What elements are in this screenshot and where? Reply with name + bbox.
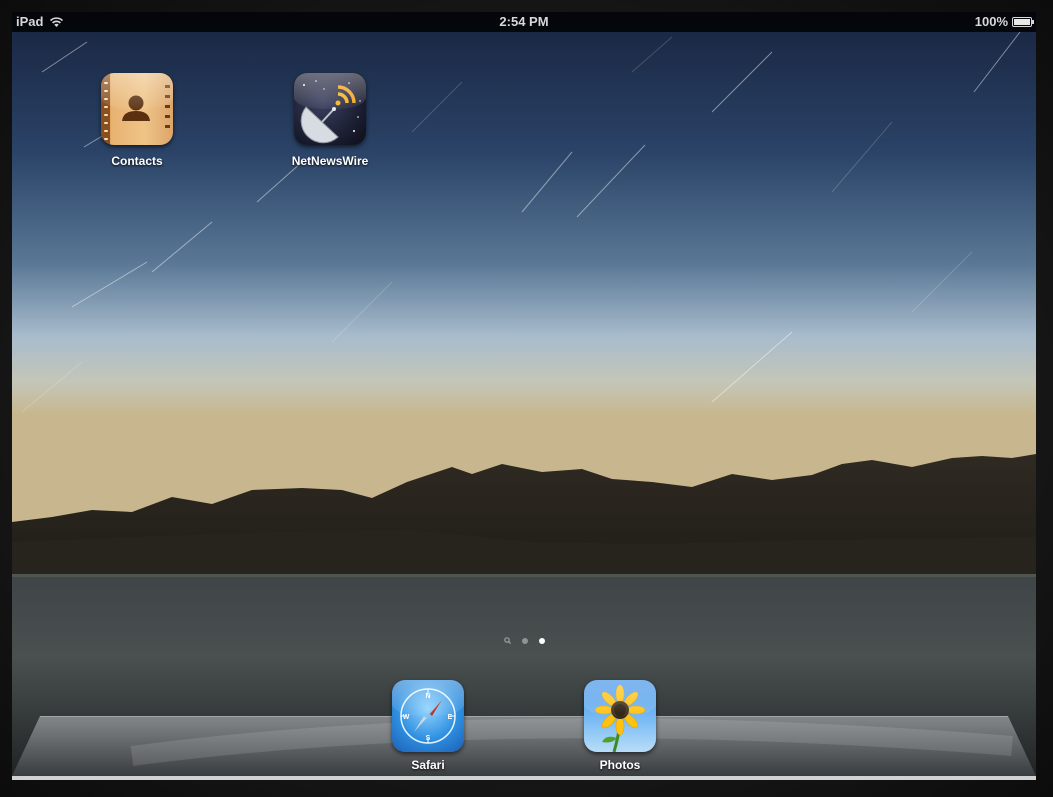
- photos-icon[interactable]: [584, 680, 656, 752]
- app-contacts[interactable]: Contacts: [77, 73, 197, 168]
- clock: 2:54 PM: [499, 14, 549, 29]
- battery-icon: [1012, 17, 1034, 27]
- svg-text:N: N: [425, 693, 430, 700]
- dock-app-photos[interactable]: Photos: [560, 680, 680, 772]
- app-label: Photos: [599, 758, 641, 772]
- page-dot-1[interactable]: [521, 637, 528, 644]
- app-label: Contacts: [111, 154, 163, 168]
- page-indicator[interactable]: [12, 637, 1036, 644]
- dock-shelf: [12, 716, 1036, 780]
- dock-app-safari[interactable]: N S E W Safari: [368, 680, 488, 772]
- app-netnewswire[interactable]: NetNewsWire: [270, 73, 390, 168]
- search-page-icon[interactable]: [503, 637, 511, 644]
- ipad-home-screen: iPad 2:54 PM 100% Contacts NetNewsWire N…: [12, 12, 1036, 780]
- app-label: NetNewsWire: [291, 154, 369, 168]
- status-bar: iPad 2:54 PM 100%: [12, 12, 1036, 32]
- app-label: Safari: [411, 758, 445, 772]
- battery-fill: [1014, 19, 1030, 25]
- page-dot-2[interactable]: [538, 637, 545, 644]
- svg-text:W: W: [403, 714, 410, 721]
- svg-text:S: S: [426, 735, 431, 742]
- battery-percent: 100%: [974, 14, 1008, 29]
- netnewswire-icon[interactable]: [294, 73, 366, 145]
- battery-area: 100%: [974, 12, 1034, 32]
- safari-icon[interactable]: N S E W: [392, 680, 464, 752]
- contacts-icon[interactable]: [101, 73, 173, 145]
- svg-text:E: E: [448, 714, 453, 721]
